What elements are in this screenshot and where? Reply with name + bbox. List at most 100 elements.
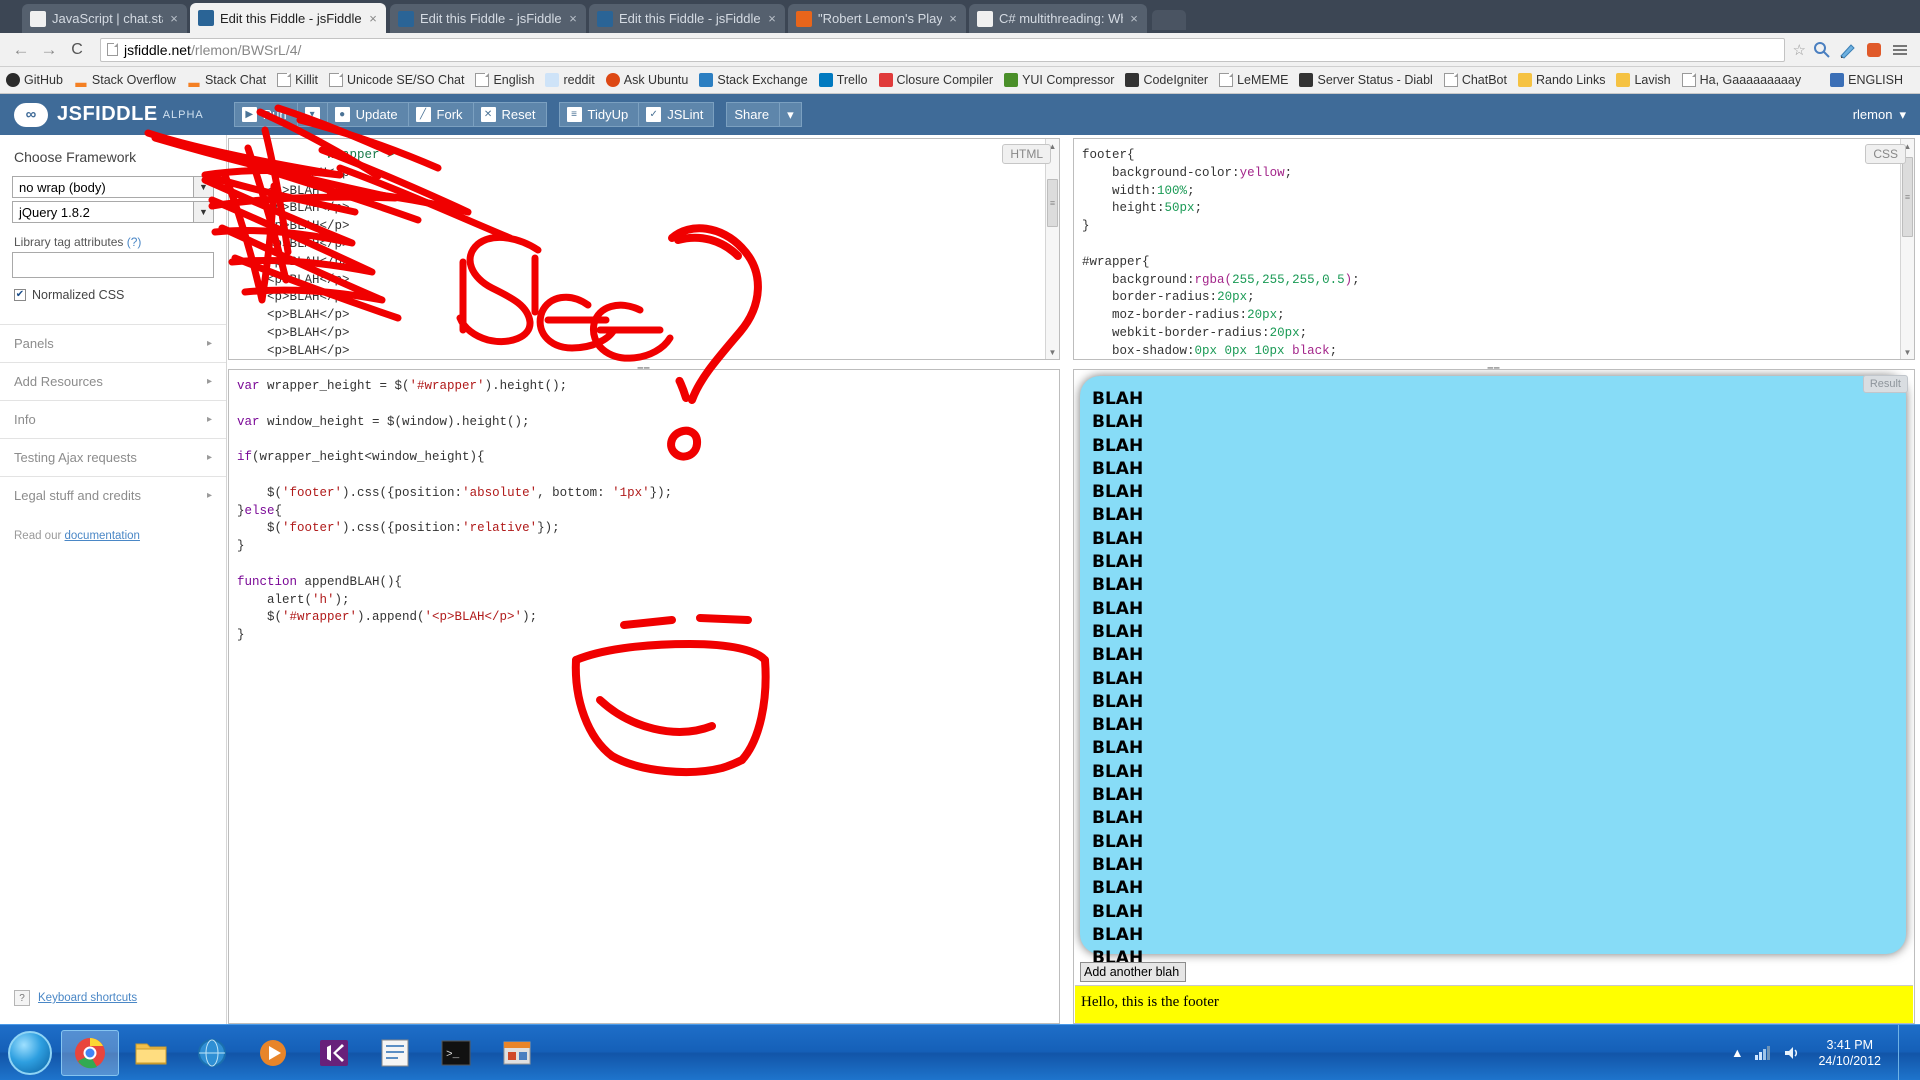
taskbar-chrome[interactable] — [61, 1029, 119, 1076]
close-icon[interactable]: × — [1127, 11, 1141, 26]
taskbar-app-blue[interactable] — [183, 1030, 241, 1076]
browser-tab-4[interactable]: "Robert Lemon's Playlist 1" × — [788, 4, 966, 33]
update-button[interactable]: ● Update — [327, 102, 409, 127]
jslint-button[interactable]: ✓ JSLint — [639, 102, 715, 127]
chevron-down-icon[interactable]: ▼ — [193, 202, 213, 222]
sidebar-item-panels[interactable]: Panels ▸ — [0, 324, 226, 362]
share-dropdown-button[interactable]: ▾ — [780, 102, 802, 127]
taskbar-visual-studio[interactable] — [305, 1030, 363, 1076]
javascript-editor-pane[interactable]: var wrapper_height = $('#wrapper').heigh… — [228, 369, 1060, 1024]
taskbar-media-player[interactable] — [244, 1030, 302, 1076]
bookmark-stack-chat[interactable]: Stack Chat — [187, 73, 266, 87]
html-scrollbar[interactable]: ▲ ▼ — [1045, 139, 1059, 359]
bookmark-lememe[interactable]: LeMEME — [1219, 73, 1288, 87]
sidebar-item-add-resources[interactable]: Add Resources ▸ — [0, 362, 226, 400]
back-icon[interactable]: ← — [8, 37, 34, 63]
sidebar-item-info[interactable]: Info ▸ — [0, 400, 226, 438]
browser-tab-2[interactable]: Edit this Fiddle - jsFiddle × — [390, 4, 586, 33]
bookmark-ask-ubuntu[interactable]: Ask Ubuntu — [605, 73, 688, 87]
browser-tab-5[interactable]: C# multithreading: When w × — [969, 4, 1147, 33]
sidebar-item-testing-ajax[interactable]: Testing Ajax requests ▸ — [0, 438, 226, 476]
bookmark-codeigniter[interactable]: CodeIgniter — [1125, 73, 1208, 87]
checkbox-icon[interactable]: ✔ — [14, 289, 26, 301]
result-pane[interactable]: Result BLAH BLAH BLAH BLAH BLAH BLAH BLAH BLAH B… — [1073, 369, 1915, 1024]
bookmark-server-status[interactable]: Server Status - Diabl — [1299, 73, 1433, 87]
network-icon[interactable] — [1754, 1045, 1772, 1061]
bookmark-github[interactable]: GitHub — [6, 73, 63, 87]
scroll-down-icon[interactable]: ▼ — [1901, 345, 1914, 359]
scrollbar-thumb[interactable] — [1047, 179, 1058, 227]
bookmark-ha-gay[interactable]: Ha, Gaaaaaaaaay — [1681, 73, 1801, 87]
extension-icon[interactable] — [1864, 40, 1884, 60]
help-icon[interactable]: (?) — [127, 235, 142, 249]
wrap-select[interactable]: no wrap (body) ▼ — [12, 176, 214, 198]
sidebar-item-legal[interactable]: Legal stuff and credits ▸ — [0, 476, 226, 514]
volume-icon[interactable] — [1783, 1045, 1801, 1061]
menu-icon[interactable] — [1890, 40, 1910, 60]
bookmark-stack-overflow[interactable]: Stack Overflow — [74, 73, 176, 87]
close-icon[interactable]: × — [566, 11, 580, 26]
pencil-icon[interactable] — [1838, 40, 1858, 60]
bookmark-reddit[interactable]: reddit — [545, 73, 595, 87]
bookmark-lavish[interactable]: Lavish — [1616, 73, 1671, 87]
user-menu[interactable]: rlemon ▾ — [1853, 107, 1906, 123]
bookmark-rando-links[interactable]: Rando Links — [1517, 73, 1605, 87]
bookmark-closure-compiler[interactable]: Closure Compiler — [878, 73, 993, 87]
bookmarks-bar: GitHub Stack Overflow Stack Chat Killit … — [0, 67, 1920, 94]
html-code[interactable]: wrapper'> BLAH</p> <p>BLAH</p> <p>BLAH</… — [229, 139, 1059, 359]
bookmark-killit[interactable]: Killit — [277, 73, 318, 87]
close-icon[interactable]: × — [167, 11, 181, 26]
search-icon[interactable] — [1812, 40, 1832, 60]
bookmark-english-lang[interactable]: ENGLISH — [1830, 73, 1903, 87]
start-button[interactable] — [2, 1028, 58, 1078]
close-icon[interactable]: × — [765, 11, 779, 26]
taskbar-editor[interactable] — [366, 1030, 424, 1076]
css-editor-pane[interactable]: CSS footer{ background-color:yellow; wid… — [1073, 138, 1915, 360]
reload-icon[interactable]: C — [64, 37, 90, 63]
css-code[interactable]: footer{ background-color:yellow; width:1… — [1074, 139, 1914, 359]
close-icon[interactable]: × — [366, 11, 380, 26]
share-button[interactable]: Share — [726, 102, 781, 127]
browser-tab-0[interactable]: JavaScript | chat.stackoverf × — [22, 4, 187, 33]
fork-button[interactable]: ╱ Fork — [408, 102, 474, 127]
bookmark-chatbot[interactable]: ChatBot — [1443, 73, 1507, 87]
documentation-link[interactable]: documentation — [65, 530, 140, 542]
bookmark-english[interactable]: English — [475, 73, 534, 87]
stackoverflow-favicon — [977, 10, 993, 27]
jsfiddle-logo[interactable]: ∞ JSFIDDLE ALPHA — [14, 102, 204, 127]
taskbar-app-orange[interactable] — [488, 1030, 546, 1076]
clock[interactable]: 3:41 PM 24/10/2012 — [1812, 1037, 1887, 1069]
tidyup-button[interactable]: ≡ TidyUp — [558, 102, 640, 127]
chevron-up-icon[interactable]: ▲ — [1731, 1046, 1743, 1060]
show-desktop-button[interactable] — [1898, 1024, 1910, 1080]
browser-tab-1[interactable]: Edit this Fiddle - jsFiddle × — [190, 3, 386, 33]
forward-icon[interactable]: → — [36, 37, 62, 63]
bookmark-stack-exchange[interactable]: Stack Exchange — [699, 73, 808, 87]
close-icon[interactable]: × — [946, 11, 960, 26]
css-scrollbar[interactable]: ▲ ▼ — [1900, 139, 1914, 359]
taskbar-console[interactable]: >_ — [427, 1030, 485, 1076]
scroll-down-icon[interactable]: ▼ — [1046, 345, 1059, 359]
bookmark-unicode-chat[interactable]: Unicode SE/SO Chat — [329, 73, 464, 87]
add-another-blah-button[interactable]: Add another blah — [1080, 962, 1186, 982]
run-button[interactable]: ▶ Run — [233, 102, 298, 127]
keyboard-shortcuts-link[interactable]: Keyboard shortcuts — [38, 992, 137, 1004]
library-attributes-input[interactable] — [12, 252, 214, 278]
chevron-down-icon[interactable]: ▼ — [193, 177, 213, 197]
run-dropdown-button[interactable]: ▾ — [297, 102, 328, 127]
taskbar-explorer[interactable] — [122, 1030, 180, 1076]
new-tab-button[interactable] — [1152, 10, 1186, 30]
framework-select[interactable]: jQuery 1.8.2 ▼ — [12, 201, 214, 223]
browser-tab-3[interactable]: Edit this Fiddle - jsFiddle × — [589, 4, 785, 33]
normalized-css-checkbox[interactable]: ✔ Normalized CSS — [0, 278, 226, 312]
closure-icon — [878, 73, 893, 87]
html-editor-pane[interactable]: HTML wrapper'> BLAH</p> <p>BLAH</p> <p>B… — [228, 138, 1060, 360]
keyboard-shortcuts[interactable]: ? Keyboard shortcuts — [0, 990, 227, 1006]
reset-button[interactable]: ✕ Reset — [473, 102, 547, 127]
javascript-code[interactable]: var wrapper_height = $('#wrapper').heigh… — [229, 370, 1059, 1023]
bookmark-trello[interactable]: Trello — [818, 73, 868, 87]
address-bar[interactable]: jsfiddle.net/rlemon/BWSrL/4/ — [100, 37, 1785, 62]
bookmark-yui-compressor[interactable]: YUI Compressor — [1004, 73, 1114, 87]
scrollbar-thumb[interactable] — [1902, 157, 1913, 237]
bookmark-star-icon[interactable]: ☆ — [1793, 41, 1806, 59]
